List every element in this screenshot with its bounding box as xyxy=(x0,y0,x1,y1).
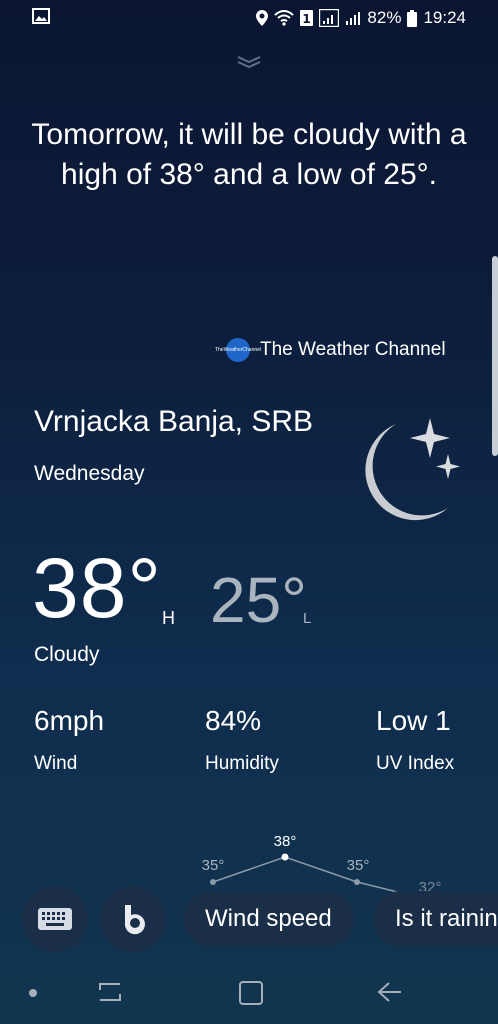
location-name: Vrnjacka Banja, SRB xyxy=(34,405,314,438)
weather-source[interactable]: The Weather Channel The Weather Channel xyxy=(215,338,446,362)
location-icon xyxy=(256,10,269,26)
weather-summary: Tomorrow, it will be cloudy with a high … xyxy=(31,118,467,191)
signal-2-icon xyxy=(346,12,361,25)
graph-label: 35° xyxy=(202,857,225,874)
weather-channel-logo-icon: The Weather Channel xyxy=(215,338,261,362)
wifi-icon xyxy=(274,10,295,26)
humidity-label: Humidity xyxy=(205,753,279,774)
low-marker: L xyxy=(303,610,312,627)
uv-value: Low 1 xyxy=(376,705,451,736)
uv-label: UV Index xyxy=(376,753,455,774)
scrollbar[interactable] xyxy=(492,256,498,456)
suggestion-row: Wind speed Is it raining xyxy=(0,886,498,952)
keyboard-icon xyxy=(38,908,72,930)
home-icon[interactable] xyxy=(238,980,264,1006)
bixby-icon xyxy=(124,905,145,935)
graph-point xyxy=(354,879,360,885)
back-icon[interactable] xyxy=(375,980,403,1004)
source-name: The Weather Channel xyxy=(260,339,446,360)
clock: 19:24 xyxy=(423,8,466,27)
collapse-chevron-icon[interactable] xyxy=(236,55,262,69)
forecast-day: Wednesday xyxy=(34,462,145,485)
humidity-value: 84% xyxy=(205,705,262,736)
high-temperature: 38° xyxy=(32,541,163,635)
image-icon xyxy=(32,8,50,24)
stat-wind: 6mph Wind xyxy=(34,705,104,775)
recent-apps-icon[interactable] xyxy=(96,980,124,1004)
battery-percent: 82% xyxy=(367,8,402,27)
nav-dot-icon xyxy=(29,989,37,997)
stat-uv: Low 1 UV Index xyxy=(376,705,454,775)
low-temperature: 25° xyxy=(210,564,307,636)
sim-1-icon: 1 xyxy=(300,10,314,26)
wind-label: Wind xyxy=(34,753,78,774)
weather-condition: Cloudy xyxy=(34,643,100,666)
svg-text:1: 1 xyxy=(303,12,311,26)
graph-label: 38° xyxy=(274,833,297,850)
navigation-bar xyxy=(0,962,498,1024)
graph-point xyxy=(210,879,216,885)
bixby-button[interactable] xyxy=(100,886,166,952)
status-bar: 1 82% 19:24 xyxy=(0,0,498,36)
high-marker: H xyxy=(162,608,175,628)
stat-humidity: 84% Humidity xyxy=(205,705,279,775)
wind-value: 6mph xyxy=(34,705,105,736)
temperature-graph: 35° 38° 35° 32° xyxy=(202,833,441,895)
signal-icon xyxy=(319,9,340,27)
keyboard-button[interactable] xyxy=(22,886,88,952)
graph-label: 35° xyxy=(347,857,370,874)
graph-point xyxy=(281,853,289,861)
suggestion-chip[interactable]: Wind speed xyxy=(183,891,354,947)
status-right: 1 82% 19:24 xyxy=(256,8,466,28)
suggestion-chip[interactable]: Is it raining xyxy=(373,891,498,947)
battery-icon xyxy=(407,9,418,27)
moon-stars-icon xyxy=(365,418,460,521)
